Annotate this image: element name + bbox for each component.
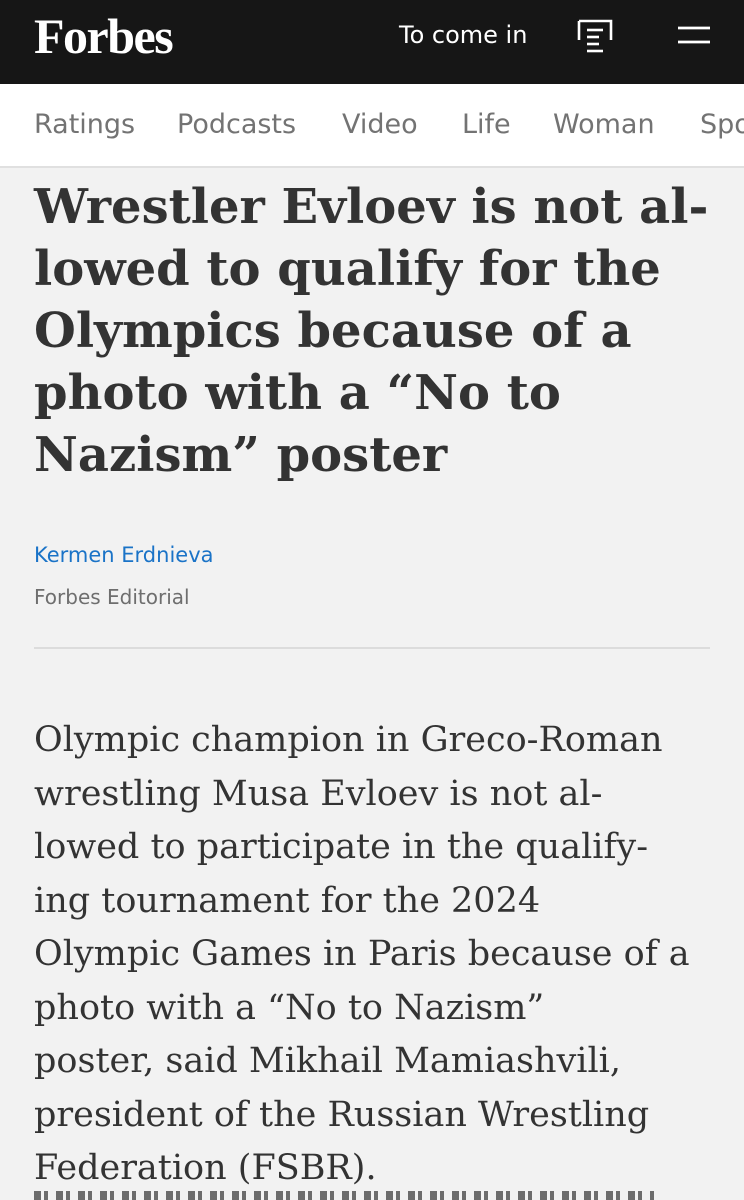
hamburger-menu-icon[interactable] (676, 22, 712, 52)
article-lead: Olympic champion in Greco-Roman wrestlin… (34, 720, 690, 1188)
article-headline: Wrestler Evloev is not al- lowed to qual… (34, 179, 709, 483)
top-bar: Forbes To come in (0, 0, 744, 84)
reader-list-icon[interactable] (576, 17, 616, 57)
nav-item-woman[interactable]: Woman (553, 108, 655, 142)
byline-subtitle: Forbes Editorial (34, 585, 190, 609)
byline-divider (34, 647, 710, 649)
forbes-logo[interactable]: Forbes (34, 8, 174, 64)
login-button[interactable]: To come in (399, 18, 527, 52)
nav-item-life[interactable]: Life (462, 108, 511, 142)
nav-item-podcasts[interactable]: Podcasts (177, 108, 296, 142)
nav-item-ratings[interactable]: Ratings (34, 108, 135, 142)
nav-item-video[interactable]: Video (342, 108, 418, 142)
nav-item-sports[interactable]: Sports (700, 108, 744, 142)
section-nav: Ratings Podcasts Video Life Woman Sports (0, 84, 744, 168)
author-link[interactable]: Kermen Erdnieva (34, 540, 214, 570)
cut-off-text-line (34, 1191, 654, 1200)
